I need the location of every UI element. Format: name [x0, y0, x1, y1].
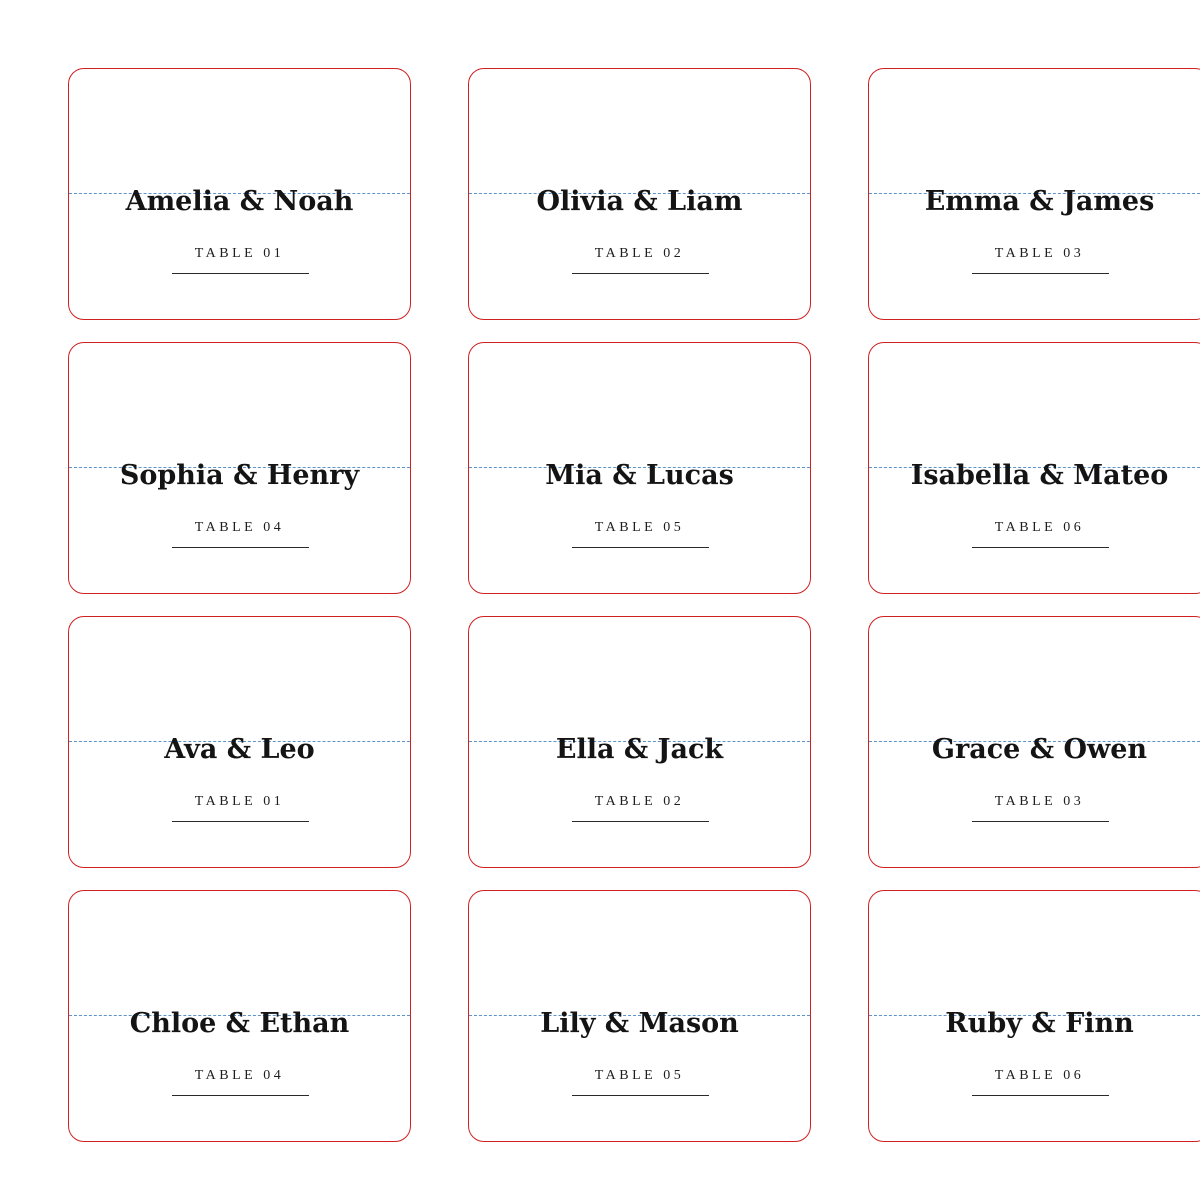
place-card: Mia & Lucas TABLE 05 [468, 342, 811, 594]
table-number: TABLE 04 [194, 520, 285, 535]
guest-names: Ruby & Finn [945, 1008, 1134, 1039]
guest-names: Amelia & Noah [125, 186, 354, 217]
guest-names: Lily & Mason [540, 1008, 739, 1039]
place-card-grid: Amelia & Noah TABLE 01 Olivia & Liam TAB… [68, 68, 1200, 1142]
place-card: Amelia & Noah TABLE 01 [68, 68, 411, 320]
table-underline [172, 273, 309, 274]
table-underline [972, 1095, 1109, 1096]
guest-names: Chloe & Ethan [129, 1008, 350, 1039]
guest-names: Grace & Owen [931, 734, 1148, 765]
table-underline [572, 273, 709, 274]
place-card-sheet: Amelia & Noah TABLE 01 Olivia & Liam TAB… [0, 0, 1200, 1200]
table-underline [572, 821, 709, 822]
place-card: Sophia & Henry TABLE 04 [68, 342, 411, 594]
place-card: Ella & Jack TABLE 02 [468, 616, 811, 868]
guest-names: Ella & Jack [555, 734, 724, 765]
place-card: Emma & James TABLE 03 [868, 68, 1200, 320]
table-underline [172, 547, 309, 548]
guest-names: Ava & Leo [164, 734, 315, 765]
table-number: TABLE 03 [994, 246, 1085, 261]
place-card: Ava & Leo TABLE 01 [68, 616, 411, 868]
place-card: Olivia & Liam TABLE 02 [468, 68, 811, 320]
guest-names: Mia & Lucas [545, 460, 734, 491]
table-underline [972, 273, 1109, 274]
place-card: Lily & Mason TABLE 05 [468, 890, 811, 1142]
table-number: TABLE 02 [594, 246, 685, 261]
table-number: TABLE 02 [594, 794, 685, 809]
table-underline [172, 821, 309, 822]
table-underline [572, 547, 709, 548]
table-number: TABLE 06 [994, 1068, 1085, 1083]
table-underline [572, 1095, 709, 1096]
table-number: TABLE 04 [194, 1068, 285, 1083]
table-number: TABLE 05 [594, 1068, 685, 1083]
guest-names: Isabella & Mateo [910, 460, 1169, 491]
place-card: Isabella & Mateo TABLE 06 [868, 342, 1200, 594]
table-underline [972, 547, 1109, 548]
table-underline [172, 1095, 309, 1096]
table-number: TABLE 06 [994, 520, 1085, 535]
place-card: Ruby & Finn TABLE 06 [868, 890, 1200, 1142]
guest-names: Emma & James [924, 186, 1155, 217]
table-number: TABLE 03 [994, 794, 1085, 809]
place-card: Chloe & Ethan TABLE 04 [68, 890, 411, 1142]
table-number: TABLE 01 [194, 794, 285, 809]
table-number: TABLE 01 [194, 246, 285, 261]
place-card: Grace & Owen TABLE 03 [868, 616, 1200, 868]
table-number: TABLE 05 [594, 520, 685, 535]
table-underline [972, 821, 1109, 822]
guest-names: Sophia & Henry [119, 460, 360, 491]
guest-names: Olivia & Liam [536, 186, 743, 217]
